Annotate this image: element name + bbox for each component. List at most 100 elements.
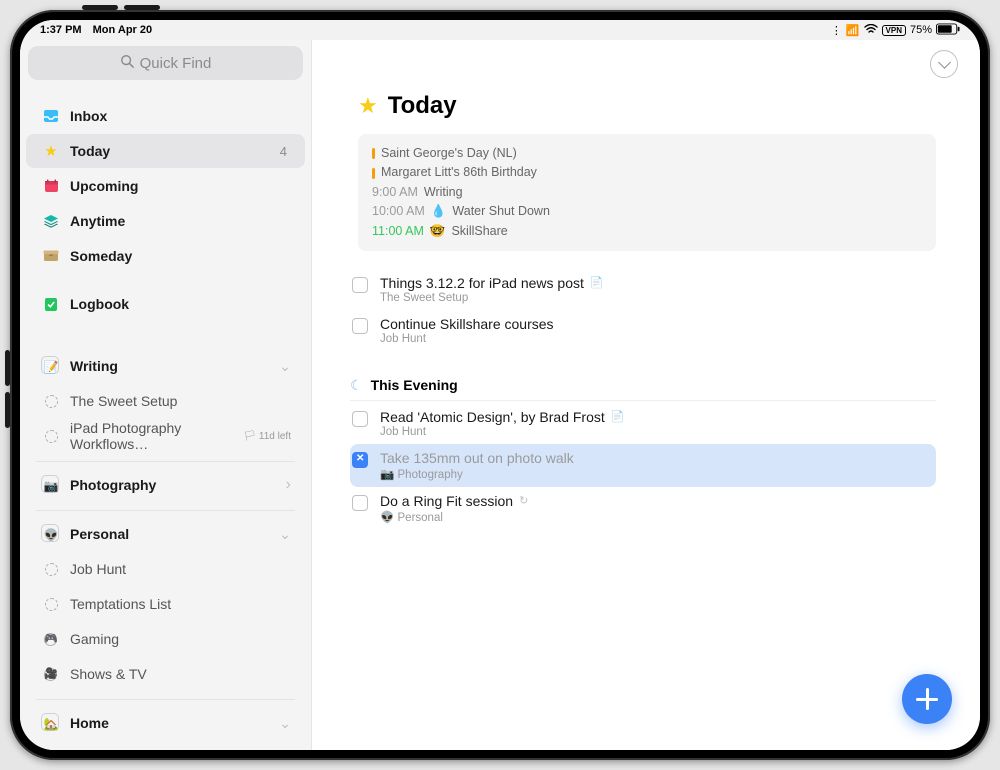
event-text: Water Shut Down xyxy=(452,202,550,221)
task-checkbox[interactable] xyxy=(352,277,368,293)
today-star-icon: ★ xyxy=(358,93,378,119)
task-checkbox[interactable] xyxy=(352,452,368,468)
search-icon xyxy=(120,54,134,72)
more-options-button[interactable] xyxy=(930,50,958,78)
top-button-1[interactable] xyxy=(82,5,118,10)
sidebar-item-gaming[interactable]: 🎮 Gaming xyxy=(26,622,305,656)
task-title: Continue Skillshare courses xyxy=(380,316,928,332)
event-text: Margaret Litt's 86th Birthday xyxy=(381,163,537,182)
repeat-icon: ↻ xyxy=(519,494,528,507)
task-project: 📷 Photography xyxy=(380,467,928,481)
volume-down-button[interactable] xyxy=(5,350,10,386)
task-row[interactable]: Things 3.12.2 for iPad news post 📄The Sw… xyxy=(350,269,936,310)
event-emoji-icon: 🤓 xyxy=(430,222,446,241)
event-color-bar xyxy=(372,168,375,179)
divider xyxy=(36,510,295,511)
sidebar-item-anytime[interactable]: Anytime xyxy=(26,204,305,238)
sidebar-item-the-sweet-setup[interactable]: The Sweet Setup xyxy=(26,384,305,418)
divider xyxy=(36,461,295,462)
chevron-down-icon[interactable] xyxy=(279,358,291,375)
logbook-icon xyxy=(40,297,62,312)
task-checkbox[interactable] xyxy=(352,495,368,511)
sidebar-item-inbox[interactable]: Inbox xyxy=(26,99,305,133)
area-icon: 🏡 xyxy=(40,715,62,732)
divider xyxy=(36,699,295,700)
quick-find-search[interactable]: Quick Find xyxy=(28,46,303,80)
area-icon: 📷 xyxy=(40,477,62,494)
area-icon: 👽 xyxy=(40,526,62,543)
sidebar-item-personal[interactable]: 👽Personal xyxy=(26,517,305,551)
list-label: The Sweet Setup xyxy=(70,393,291,409)
chevron-down-icon[interactable] xyxy=(279,715,291,732)
list-label: Temptations List xyxy=(70,596,291,612)
calendar-event-line: 9:00 AM Writing xyxy=(372,183,922,202)
project-icon xyxy=(40,563,62,576)
sidebar-item-writing[interactable]: 📝 Writing xyxy=(26,349,305,383)
task-row[interactable]: Continue Skillshare coursesJob Hunt xyxy=(350,310,936,351)
task-checkbox[interactable] xyxy=(352,411,368,427)
task-project: Job Hunt xyxy=(380,426,928,438)
sidebar-item-home[interactable]: 🏡 Home xyxy=(26,706,305,740)
list-label: iPad Photography Workflows… xyxy=(70,420,243,452)
today-count: 4 xyxy=(280,144,287,159)
calendar-event-line: 11:00 AM 🤓 SkillShare xyxy=(372,222,922,241)
battery-icon xyxy=(936,23,960,38)
event-text: Saint George's Day (NL) xyxy=(381,144,517,163)
sidebar-main-nav: Inbox ★ Today 4 Upcoming xyxy=(20,92,311,328)
calendar-events[interactable]: Saint George's Day (NL)Margaret Litt's 8… xyxy=(358,134,936,251)
list-label: Writing xyxy=(70,358,279,374)
task-project: 👽 Personal xyxy=(380,510,928,524)
note-icon: 📄 xyxy=(590,276,604,289)
signal-icon: 📶 xyxy=(846,24,860,37)
wifi-icon-2 xyxy=(864,24,878,37)
event-time: 10:00 AM xyxy=(372,202,425,221)
list-label: Gaming xyxy=(70,631,291,647)
box-icon xyxy=(40,250,62,262)
task-checkbox[interactable] xyxy=(352,318,368,334)
event-emoji-icon: 💧 xyxy=(431,202,447,221)
project-icon xyxy=(40,430,62,443)
note-icon: 📄 xyxy=(611,410,625,423)
list-label: Home xyxy=(70,715,279,731)
top-button-2[interactable] xyxy=(124,5,160,10)
moon-icon: ☾ xyxy=(350,377,363,394)
sidebar-item-photography[interactable]: 📷Photography xyxy=(26,468,305,502)
app: Quick Find Inbox ★ Today 4 xyxy=(20,40,980,750)
main-panel: ★ Today Saint George's Day (NL)Margaret … xyxy=(312,40,980,750)
project-icon xyxy=(40,598,62,611)
sidebar-item-shows-tv[interactable]: 🎥 Shows & TV xyxy=(26,657,305,691)
task-row[interactable]: Do a Ring Fit session ↻👽 Personal xyxy=(350,487,936,530)
event-time: 11:00 AM xyxy=(372,222,424,241)
task-row[interactable]: Take 135mm out on photo walk📷 Photograph… xyxy=(350,444,936,487)
task-project: Job Hunt xyxy=(380,333,928,345)
sidebar-item-ipad-photography-workflows[interactable]: iPad Photography Workflows…🏳 11d left xyxy=(26,419,305,453)
screen: 1:37 PM Mon Apr 20 ⋮ 📶 VPN 75% xyxy=(20,20,980,750)
chevron-down-icon[interactable] xyxy=(279,526,291,543)
chevron-right-icon[interactable] xyxy=(286,476,291,494)
add-task-fab[interactable] xyxy=(902,674,952,724)
area-icon: 📝 xyxy=(40,358,62,375)
sidebar-item-logbook[interactable]: Logbook xyxy=(26,287,305,321)
calendar-icon xyxy=(40,179,62,193)
ipad-device-frame: 1:37 PM Mon Apr 20 ⋮ 📶 VPN 75% xyxy=(10,10,990,760)
section-title: This Evening xyxy=(371,377,458,393)
event-text: SkillShare xyxy=(451,222,507,241)
sidebar-item-someday[interactable]: Someday xyxy=(26,239,305,273)
sidebar-item-today[interactable]: ★ Today 4 xyxy=(26,134,305,168)
deadline-tag: 🏳 11d left xyxy=(243,431,291,442)
calendar-event-line: Margaret Litt's 86th Birthday xyxy=(372,163,922,182)
event-text: Writing xyxy=(424,183,463,202)
task-row[interactable]: Read 'Atomic Design', by Brad Frost 📄Job… xyxy=(350,403,936,444)
sidebar-item-temptations-list[interactable]: Temptations List xyxy=(26,587,305,621)
task-title: Read 'Atomic Design', by Brad Frost 📄 xyxy=(380,409,928,425)
task-title: Take 135mm out on photo walk xyxy=(380,450,928,466)
battery-percent: 75% xyxy=(910,24,932,36)
sidebar-item-upcoming[interactable]: Upcoming xyxy=(26,169,305,203)
sidebar-item-job-hunt[interactable]: Job Hunt xyxy=(26,552,305,586)
volume-up-button[interactable] xyxy=(5,392,10,428)
status-date: Mon Apr 20 xyxy=(93,24,153,36)
this-evening-header: ☾ This Evening xyxy=(350,377,936,401)
event-time: 9:00 AM xyxy=(372,183,418,202)
vpn-badge: VPN xyxy=(882,25,906,36)
list-label: Job Hunt xyxy=(70,561,291,577)
